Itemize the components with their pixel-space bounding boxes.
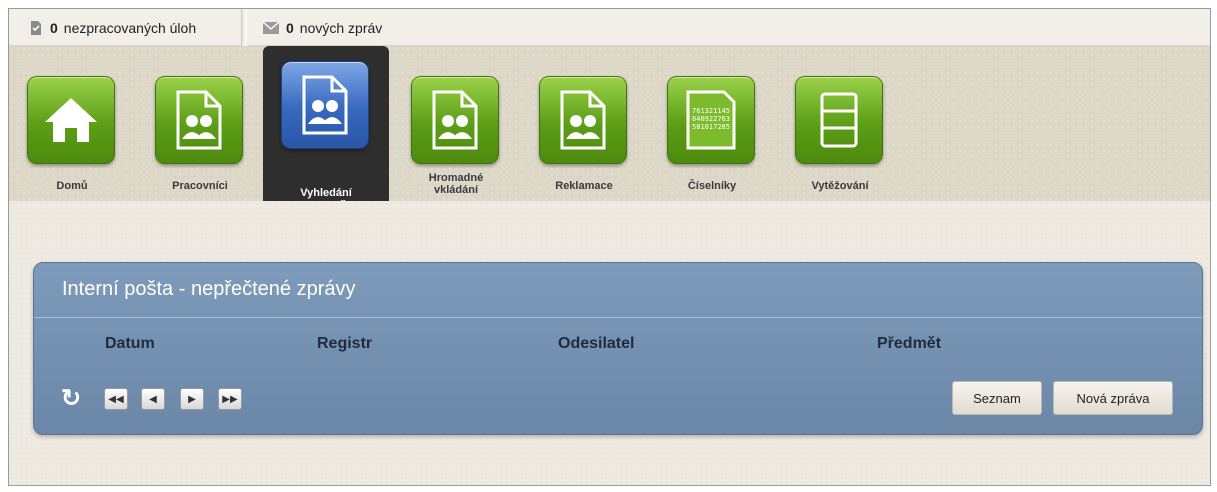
- envelope-icon: [262, 20, 280, 34]
- nav-item-worker-search[interactable]: Vyhledání pracovníka: [263, 46, 389, 218]
- column-header-sender[interactable]: Odesilatel: [558, 335, 634, 353]
- panel-divider: [34, 317, 1202, 318]
- nav-item-workers[interactable]: Pracovníci: [145, 46, 245, 201]
- app-frame: 0 nezpracovaných úloh 0 nových zpráv Dom…: [8, 8, 1211, 486]
- last-page-icon[interactable]: ▶▶: [218, 388, 242, 410]
- prev-page-icon[interactable]: ◀: [141, 388, 165, 410]
- list-document-icon: [795, 76, 883, 164]
- topbar-divider: [241, 9, 247, 46]
- status-bar: 0 nezpracovaných úloh 0 nových zpráv: [9, 9, 1210, 46]
- nav-item-complaints[interactable]: Reklamace: [529, 46, 629, 201]
- tasks-indicator[interactable]: 0 nezpracovaných úloh: [28, 9, 196, 46]
- nav-item-codebooks[interactable]: 761321145 640922763 581017285 Číselníky: [657, 46, 757, 201]
- nav-item-home[interactable]: Domů: [17, 46, 117, 201]
- tasks-icon: [31, 20, 41, 35]
- nav-label-extraction: Vytěžování: [811, 180, 869, 192]
- tasks-count: 0: [50, 19, 58, 36]
- next-page-icon[interactable]: ▶: [180, 388, 204, 410]
- new-message-button[interactable]: Nová zpráva: [1053, 381, 1173, 415]
- nav-item-extraction[interactable]: Vytěžování: [785, 46, 885, 201]
- column-header-date[interactable]: Datum: [105, 335, 155, 353]
- numbers-line: 581017285: [692, 123, 730, 131]
- numbers-line: 640922763: [692, 115, 730, 123]
- nav-label-bulk-insert: Hromadné vkládání: [428, 172, 484, 196]
- messages-indicator[interactable]: 0 nových zpráv: [262, 9, 382, 46]
- list-button[interactable]: Seznam: [952, 381, 1042, 415]
- nav-label-home: Domů: [56, 180, 88, 192]
- numbers-line: 761321145: [692, 107, 730, 115]
- users-document-icon: [411, 76, 499, 164]
- main-nav: Domů Pracovníci Vyhledání Hromadné vklád…: [9, 46, 1210, 218]
- users-document-icon: [539, 76, 627, 164]
- first-page-icon[interactable]: ◀◀: [104, 388, 128, 410]
- users-document-icon: [155, 76, 243, 164]
- internal-mail-panel: Interní pošta - nepřečtené zprávy Datum …: [33, 262, 1203, 435]
- tasks-label: nezpracovaných úloh: [63, 19, 197, 36]
- nav-label-complaints: Reklamace: [555, 180, 613, 192]
- users-document-icon: [281, 61, 369, 149]
- messages-count: 0: [286, 19, 294, 36]
- nav-label-codebooks: Číselníky: [687, 180, 737, 192]
- numbers-document-icon: 761321145 640922763 581017285: [667, 76, 755, 164]
- panel-title: Interní pošta - nepřečtené zprávy: [62, 278, 356, 300]
- messages-label: nových zpráv: [299, 19, 383, 36]
- home-icon: [27, 76, 115, 164]
- column-header-registry[interactable]: Registr: [317, 335, 372, 353]
- nav-item-bulk-insert[interactable]: Hromadné vkládání: [401, 46, 501, 201]
- refresh-icon[interactable]: ↻: [61, 384, 81, 413]
- column-header-subject[interactable]: Předmět: [877, 335, 941, 353]
- nav-label-workers: Pracovníci: [172, 180, 228, 192]
